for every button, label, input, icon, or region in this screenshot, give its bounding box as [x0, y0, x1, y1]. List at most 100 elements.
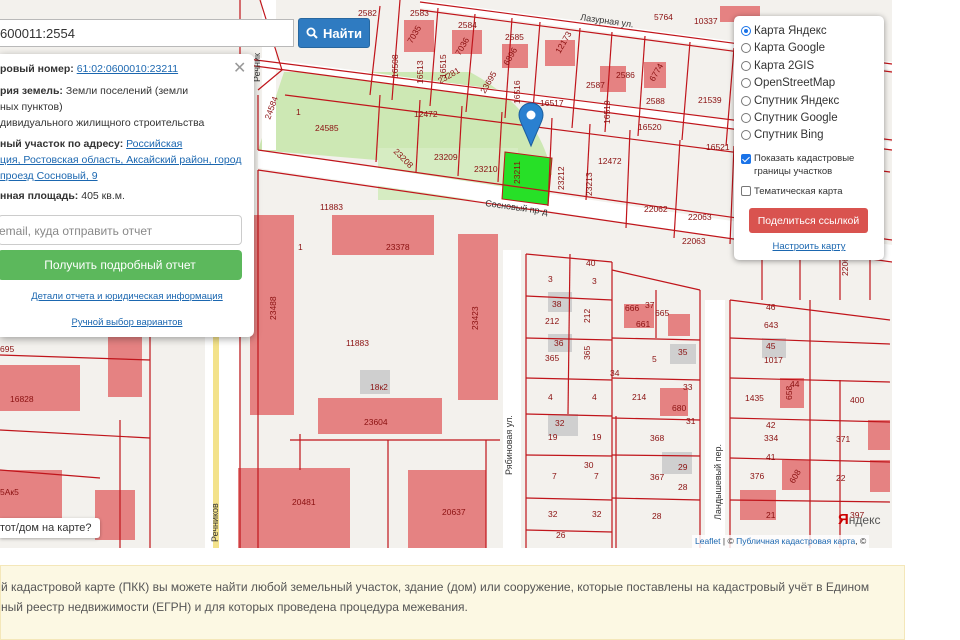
parcel-label: 695	[0, 344, 14, 354]
layer-option-label: Карта 2GIS	[754, 59, 815, 72]
layer-option-label: Карта Google	[754, 42, 826, 55]
search-button-label: Найти	[323, 25, 362, 41]
layer-option-label: OpenStreetMap	[754, 77, 836, 90]
parcel-label: 22063	[682, 236, 706, 246]
share-link-button[interactable]: Поделиться ссылкой	[749, 208, 868, 233]
layer-option[interactable]: Карта 2GIS	[741, 58, 814, 74]
parcel-label: 22062	[644, 204, 668, 214]
cadastral-number-link[interactable]: 61:02:0600010:23211	[77, 63, 178, 75]
address-link-3[interactable]: проезд Сосновый, 9	[0, 170, 98, 182]
address-row-2: ция, Ростовская область, Аксайский район…	[0, 153, 245, 169]
parcel-label: 661	[636, 319, 650, 329]
parcel-label: 1	[296, 107, 301, 117]
find-on-map-button[interactable]: тот/дом на карте?	[0, 518, 100, 538]
parcel-label: 21	[766, 510, 776, 520]
setup-map-link[interactable]: Настроить карту	[734, 241, 884, 252]
layer-option-label: Спутник Google	[754, 112, 838, 124]
parcel-label: 5Ак5	[0, 487, 19, 497]
report-details-link[interactable]: Детали отчета и юридическая информация	[0, 291, 254, 302]
layer-radio[interactable]	[741, 78, 751, 89]
parcel-label: 680	[672, 403, 686, 413]
parcel-label: 26	[556, 530, 566, 540]
area-row: нная площадь: 405 кв.м.	[0, 189, 245, 205]
layer-option[interactable]: Карта Google	[741, 40, 825, 56]
parcel-label: 19	[592, 432, 602, 442]
building-665	[668, 314, 690, 336]
parcel-label: 30	[584, 460, 594, 470]
parcel-label: 32	[548, 509, 558, 519]
street-landyshevy: Ландышевый пер.	[713, 444, 723, 520]
selected-parcel[interactable]	[501, 151, 553, 206]
building-16828	[0, 365, 80, 411]
parcel-label: 23210	[474, 164, 498, 174]
parcel-label: 214	[632, 392, 646, 402]
yandex-logo-y: Я	[838, 511, 849, 528]
parcel-label: 16516	[512, 80, 522, 104]
layer-radio[interactable]	[741, 113, 751, 123]
layer-option[interactable]: Спутник Яндекс	[741, 93, 839, 109]
parcel-label: 2583	[410, 8, 429, 18]
building-left-1	[108, 335, 142, 397]
layer-radio[interactable]	[741, 26, 751, 36]
street-rechnikov: Речников	[210, 503, 220, 542]
thematic-label: Тематическая карта	[754, 185, 843, 197]
layer-option[interactable]: Карта Яндекс	[741, 23, 827, 39]
search-input[interactable]: 600011:2554	[0, 19, 294, 47]
parcel-label: 4	[592, 392, 597, 402]
area-label: нная площадь:	[0, 190, 79, 202]
address-link-2[interactable]: ция, Ростовская область, Аксайский район…	[0, 154, 241, 166]
parcel-label: 2586	[616, 70, 635, 80]
building-23378	[332, 215, 434, 255]
area-value: 405 кв.м.	[81, 190, 125, 202]
parcel-label: 18к2	[370, 382, 388, 392]
thematic-option[interactable]: Тематическая карта	[741, 183, 842, 199]
parcel-label: 12472	[414, 109, 438, 119]
parcel-label: 212	[582, 309, 592, 323]
pkk-link[interactable]: Публичная кадастровая карта	[736, 536, 855, 546]
address-link-1[interactable]: Российская	[126, 138, 182, 150]
parcel-label: 34	[610, 368, 620, 378]
parcel-label: 28	[678, 482, 688, 492]
layer-radio[interactable]	[741, 95, 751, 106]
building-right-2	[870, 460, 890, 492]
leaflet-link[interactable]: Leaflet	[695, 536, 721, 546]
parcel-label: 16513	[415, 60, 425, 84]
layer-option[interactable]: Спутник Google	[741, 110, 838, 126]
parcel-label: 23213	[584, 172, 594, 196]
search-button[interactable]: Найти	[298, 18, 370, 48]
parcel-label: 32	[555, 418, 565, 428]
road-ryabinovaya	[503, 250, 521, 548]
parcel-label: 31	[686, 416, 696, 426]
yandex-logo: Яндекс	[838, 511, 880, 528]
show-cadastral-checkbox[interactable]	[741, 154, 751, 164]
parcel-label: 20481	[292, 497, 316, 507]
parcel-label: 1017	[764, 355, 783, 365]
parcel-label: 45	[766, 341, 776, 351]
parcel-label: 16828	[10, 394, 34, 404]
layer-radio[interactable]	[741, 43, 751, 54]
email-field[interactable]: email, куда отправить отчет	[0, 215, 242, 245]
layer-option[interactable]: Спутник Bing	[741, 127, 824, 143]
parcel-label: 400	[850, 395, 864, 405]
manual-selection-link[interactable]: Ручной выбор вариантов	[0, 317, 254, 328]
get-report-button[interactable]: Получить подробный отчет	[0, 250, 242, 280]
parcel-label: 16517	[540, 98, 564, 108]
layer-option[interactable]: OpenStreetMap	[741, 75, 835, 91]
parcel-info-popup: ✕ ровый номер: 61:02:0600010:23211 рия з…	[0, 54, 254, 337]
parcel-label: 12472	[598, 156, 622, 166]
thematic-checkbox[interactable]	[741, 186, 751, 196]
show-cadastral-option[interactable]: Показать кадастровые границы участков	[741, 152, 854, 180]
search-icon	[306, 27, 318, 39]
parcel-label: 16521	[706, 142, 730, 152]
parcel-label: 20637	[442, 507, 466, 517]
layer-radio[interactable]	[741, 130, 751, 141]
info-note: й кадастровой карте (ПКК) вы можете найт…	[0, 565, 905, 640]
category-row: рия земель: Земли поселений (земли	[0, 84, 245, 100]
parcel-label: 376	[750, 471, 764, 481]
parcel-label: 44	[790, 379, 800, 389]
address-label: ный участок по адресу:	[0, 138, 124, 150]
parcel-label: 212	[545, 316, 559, 326]
parcel-label: 42	[766, 420, 776, 430]
layer-radio[interactable]	[741, 60, 751, 71]
parcel-label: 38	[552, 299, 562, 309]
